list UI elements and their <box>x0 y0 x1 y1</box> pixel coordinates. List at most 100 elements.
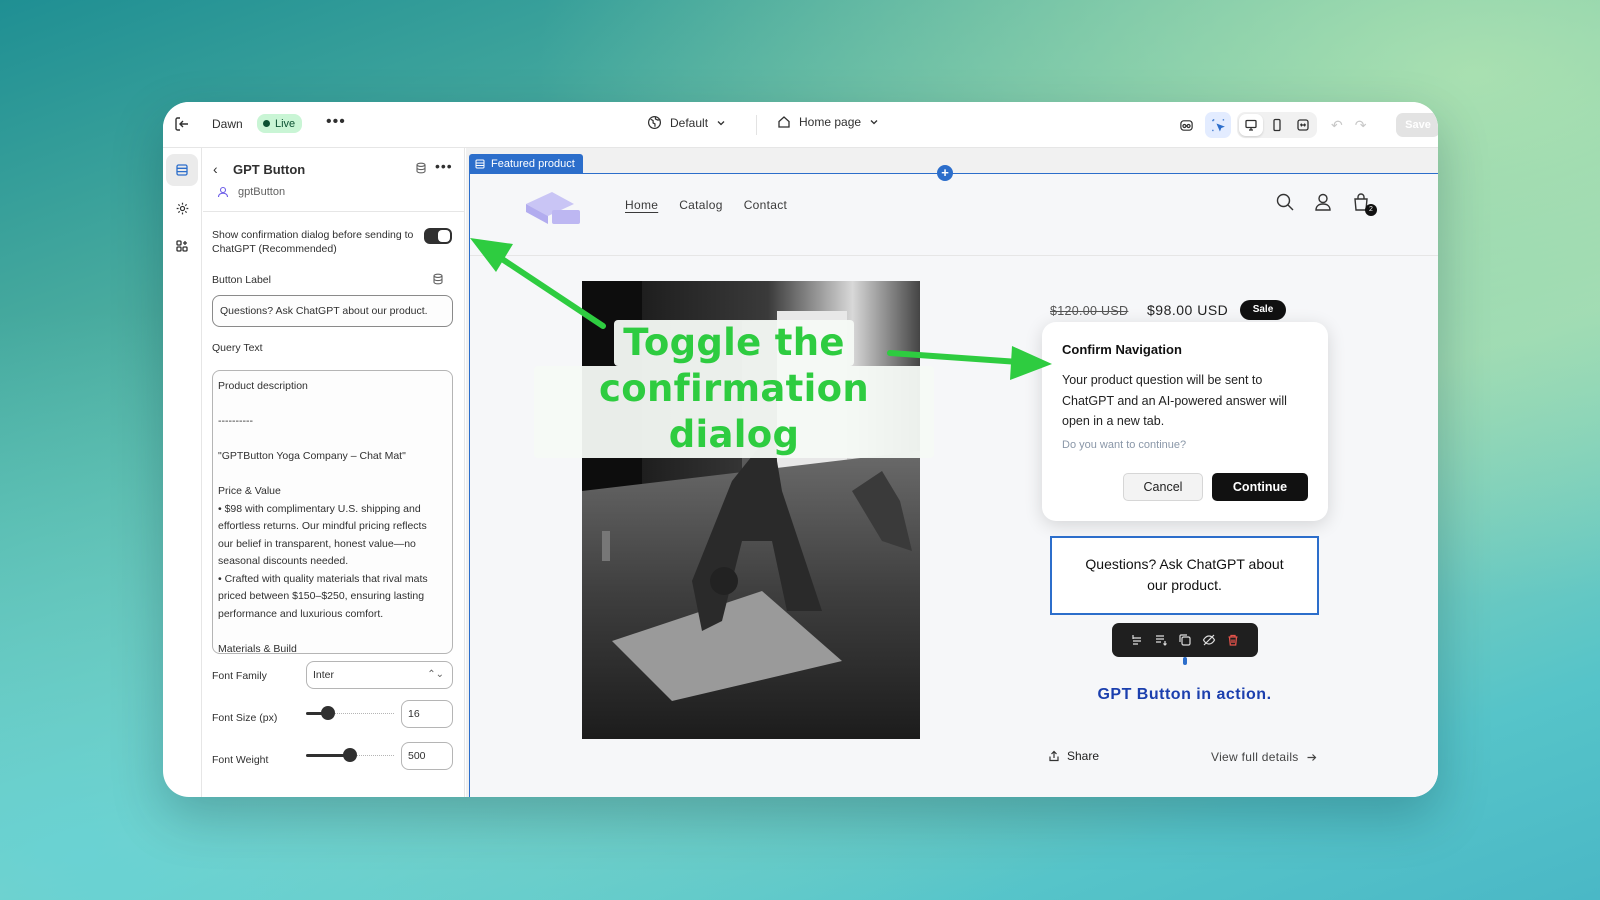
nav-link-contact[interactable]: Contact <box>744 198 787 212</box>
gear-icon <box>176 202 188 214</box>
hide-icon[interactable] <box>1202 633 1216 647</box>
font-size-label: Font Size (px) <box>212 712 278 724</box>
slider-thumb[interactable] <box>321 706 335 720</box>
query-line <box>218 623 447 641</box>
theme-name: Dawn <box>212 117 243 131</box>
left-rail <box>163 148 202 797</box>
duplicate-icon[interactable] <box>1178 633 1192 647</box>
panel-header: ‹ GPT Button ••• gptButton <box>203 148 464 212</box>
dialog-question: Do you want to continue? <box>1062 438 1187 451</box>
inspector-button[interactable] <box>1205 112 1231 138</box>
sidekick-button[interactable] <box>1173 112 1199 138</box>
share-button[interactable]: Share <box>1048 749 1099 763</box>
redo-icon[interactable]: ↷ <box>1355 117 1367 134</box>
font-size-slider[interactable] <box>306 704 394 722</box>
chevron-down-icon <box>717 120 725 125</box>
toggle-knob <box>438 230 450 242</box>
rail-sections-button[interactable] <box>166 154 198 186</box>
block-settings-panel: ‹ GPT Button ••• gptButton Show confirma… <box>203 148 465 797</box>
query-line <box>218 396 447 414</box>
slider-track <box>357 755 394 756</box>
dialog-title: Confirm Navigation <box>1062 342 1182 357</box>
mobile-icon <box>1273 118 1281 132</box>
query-line: "GPTButton Yoga Company – Chat Mat" <box>218 450 406 462</box>
confirmation-toggle[interactable] <box>424 228 452 244</box>
query-line: Materials & Build <box>218 642 297 654</box>
query-text-heading: Query Text <box>212 342 263 354</box>
button-label-input[interactable]: Questions? Ask ChatGPT about our product… <box>212 295 453 327</box>
apps-icon <box>176 240 188 252</box>
preview-canvas: Featured product Home Catalog Contact 2 … <box>466 148 1438 797</box>
share-icon <box>1049 750 1059 762</box>
desktop-view-button[interactable] <box>1239 114 1263 136</box>
continue-button[interactable]: Continue <box>1212 473 1308 501</box>
save-button[interactable]: Save <box>1396 113 1438 137</box>
move-up-icon[interactable] <box>1130 633 1144 647</box>
cart-count-badge: 2 <box>1365 204 1377 216</box>
rail-settings-button[interactable] <box>166 192 198 224</box>
annotation-callout: Toggle the confirmation dialog <box>534 320 934 458</box>
font-weight-slider[interactable] <box>306 746 394 764</box>
font-family-label: Font Family <box>212 670 267 682</box>
slider-thumb[interactable] <box>343 748 357 762</box>
gpt-ask-button[interactable]: Questions? Ask ChatGPT about our product… <box>1050 536 1319 615</box>
live-dot-icon <box>263 120 270 127</box>
page-label: Home page <box>799 115 862 129</box>
sale-price: $98.00 USD <box>1147 302 1229 318</box>
undo-icon[interactable]: ↶ <box>1331 117 1343 134</box>
divider <box>756 115 757 135</box>
account-icon[interactable] <box>1313 192 1333 212</box>
template-selector[interactable]: Default <box>647 115 726 130</box>
font-size-input[interactable]: 16 <box>401 700 453 728</box>
live-badge-label: Live <box>275 117 296 130</box>
fullscreen-view-button[interactable] <box>1291 114 1315 136</box>
query-text-textarea[interactable]: Product description ---------- "GPTButto… <box>212 370 453 654</box>
confirm-navigation-dialog: Confirm Navigation Your product question… <box>1042 322 1328 521</box>
view-full-details-link[interactable]: View full details <box>1211 750 1317 764</box>
dynamic-source-icon[interactable] <box>432 273 444 285</box>
chevron-down-icon <box>870 120 878 125</box>
panel-more-button[interactable]: ••• <box>435 158 453 174</box>
query-line <box>218 466 447 484</box>
page-selector[interactable]: Home page <box>777 115 879 129</box>
caption-text: GPT Button in action. <box>1097 686 1272 703</box>
view-full-label: View full details <box>1211 750 1299 764</box>
exit-icon[interactable] <box>173 115 191 133</box>
cancel-button[interactable]: Cancel <box>1123 473 1203 501</box>
slider-track <box>335 713 394 714</box>
dynamic-source-icon[interactable] <box>415 162 427 174</box>
fullwidth-icon <box>1297 119 1309 131</box>
delete-icon[interactable] <box>1226 633 1240 647</box>
search-icon[interactable] <box>1275 192 1295 212</box>
query-line: ---------- <box>218 415 253 427</box>
nav-link-home[interactable]: Home <box>625 198 658 212</box>
add-section-button[interactable]: + <box>937 165 953 181</box>
back-arrow-icon[interactable]: ‹ <box>213 161 218 177</box>
rail-apps-button[interactable] <box>166 230 198 262</box>
store-header: Home Catalog Contact 2 <box>470 174 1438 256</box>
font-family-value: Inter <box>313 669 335 681</box>
mobile-view-button[interactable] <box>1265 114 1289 136</box>
more-actions-button[interactable]: ••• <box>326 113 346 131</box>
callout-line-1: Toggle the <box>614 320 854 366</box>
store-logo[interactable] <box>522 190 584 230</box>
section-tag[interactable]: Featured product <box>469 154 583 173</box>
share-label: Share <box>1067 749 1100 763</box>
top-bar: Dawn Live ••• Default Home page ↶ ↷ Save <box>163 102 1438 148</box>
font-weight-input[interactable]: 500 <box>401 742 453 770</box>
query-line: priced between $150–$250, ensuring lasti… <box>218 590 425 602</box>
home-icon <box>778 116 790 128</box>
font-family-select[interactable]: Inter ⌃⌄ <box>306 661 453 689</box>
callout-line-2: confirmation dialog <box>534 366 934 458</box>
live-badge: Live <box>257 114 303 133</box>
move-down-icon[interactable] <box>1154 633 1168 647</box>
query-line <box>218 431 447 449</box>
globe-icon <box>647 115 662 130</box>
query-line: seasonal discounts needed. <box>218 555 349 567</box>
nav-link-catalog[interactable]: Catalog <box>679 198 722 212</box>
main-nav: Home Catalog Contact <box>625 198 787 212</box>
app-block-icon <box>217 186 229 198</box>
insert-handle[interactable] <box>1183 657 1187 665</box>
sections-icon <box>176 164 188 176</box>
query-line: Product description <box>218 380 308 392</box>
